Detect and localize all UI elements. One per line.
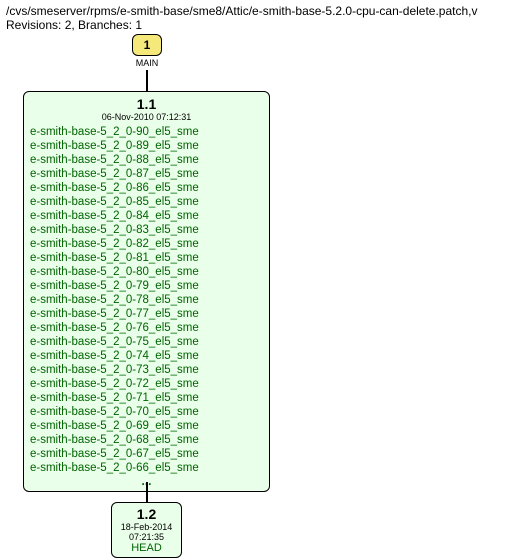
- header: /cvs/smeserver/rpms/e-smith-base/sme8/At…: [0, 0, 530, 34]
- revision-tag: e-smith-base-5_2_0-73_el5_sme: [30, 363, 263, 377]
- revision-tag: e-smith-base-5_2_0-77_el5_sme: [30, 307, 263, 321]
- connector-line: [146, 70, 148, 91]
- revision-info: Revisions: 2, Branches: 1: [6, 18, 524, 32]
- connector-line: [146, 482, 148, 502]
- revision-tag: e-smith-base-5_2_0-74_el5_sme: [30, 349, 263, 363]
- revision-tag: e-smith-base-5_2_0-72_el5_sme: [30, 377, 263, 391]
- revision-tag: e-smith-base-5_2_0-66_el5_sme: [30, 461, 263, 475]
- revision-title: 1.2: [116, 506, 177, 522]
- revision-tag: e-smith-base-5_2_0-71_el5_sme: [30, 391, 263, 405]
- revision-date: 06-Nov-2010 07:12:31: [30, 112, 263, 122]
- revision-tag: e-smith-base-5_2_0-81_el5_sme: [30, 251, 263, 265]
- branch-label-main: MAIN: [132, 58, 162, 68]
- revision-tag: e-smith-base-5_2_0-79_el5_sme: [30, 279, 263, 293]
- revision-tag: e-smith-base-5_2_0-69_el5_sme: [30, 419, 263, 433]
- file-path: /cvs/smeserver/rpms/e-smith-base/sme8/At…: [6, 4, 524, 18]
- revision-date: 18-Feb-2014 07:21:35: [116, 522, 177, 542]
- revision-node-1-2[interactable]: 1.2 18-Feb-2014 07:21:35 HEAD: [111, 502, 182, 558]
- revision-tag: e-smith-base-5_2_0-85_el5_sme: [30, 195, 263, 209]
- revision-tag: e-smith-base-5_2_0-89_el5_sme: [30, 139, 263, 153]
- revision-tag: e-smith-base-5_2_0-80_el5_sme: [30, 265, 263, 279]
- revision-tag: e-smith-base-5_2_0-83_el5_sme: [30, 223, 263, 237]
- revision-graph: 1 MAIN 1.1 06-Nov-2010 07:12:31 e-smith-…: [0, 34, 530, 543]
- revision-tag-list: e-smith-base-5_2_0-90_el5_sme e-smith-ba…: [30, 125, 263, 475]
- revision-tag: e-smith-base-5_2_0-84_el5_sme: [30, 209, 263, 223]
- revision-tag: e-smith-base-5_2_0-70_el5_sme: [30, 405, 263, 419]
- revision-tag: e-smith-base-5_2_0-86_el5_sme: [30, 181, 263, 195]
- revision-tag: e-smith-base-5_2_0-78_el5_sme: [30, 293, 263, 307]
- branch-node-main[interactable]: 1: [132, 34, 162, 56]
- revision-tag: e-smith-base-5_2_0-67_el5_sme: [30, 447, 263, 461]
- revision-title: 1.1: [30, 96, 263, 112]
- revision-tag: e-smith-base-5_2_0-82_el5_sme: [30, 237, 263, 251]
- page: /cvs/smeserver/rpms/e-smith-base/sme8/At…: [0, 0, 530, 543]
- revision-tag: e-smith-base-5_2_0-76_el5_sme: [30, 321, 263, 335]
- revision-tag: e-smith-base-5_2_0-88_el5_sme: [30, 153, 263, 167]
- revision-tag: e-smith-base-5_2_0-68_el5_sme: [30, 433, 263, 447]
- revision-tag: e-smith-base-5_2_0-87_el5_sme: [30, 167, 263, 181]
- revision-node-1-1[interactable]: 1.1 06-Nov-2010 07:12:31 e-smith-base-5_…: [23, 91, 270, 492]
- revision-head-label: HEAD: [116, 542, 177, 554]
- revision-tag: e-smith-base-5_2_0-75_el5_sme: [30, 335, 263, 349]
- revision-tag: e-smith-base-5_2_0-90_el5_sme: [30, 125, 263, 139]
- branch-index: 1: [144, 38, 151, 52]
